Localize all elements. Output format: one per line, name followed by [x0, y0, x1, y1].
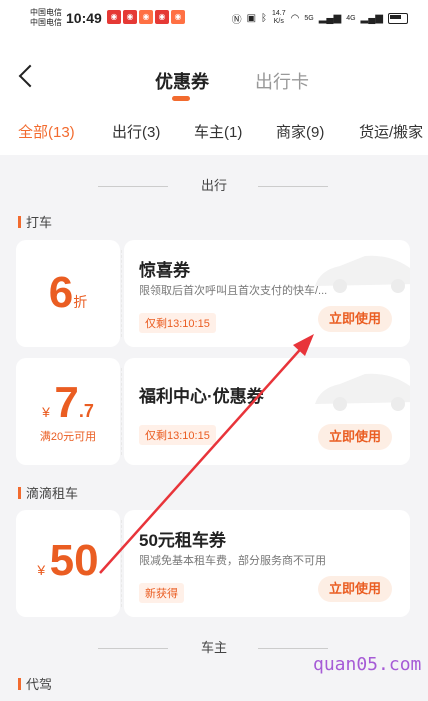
watermark: quan05.com [313, 654, 422, 675]
annotation-arrow-icon [99, 334, 314, 574]
